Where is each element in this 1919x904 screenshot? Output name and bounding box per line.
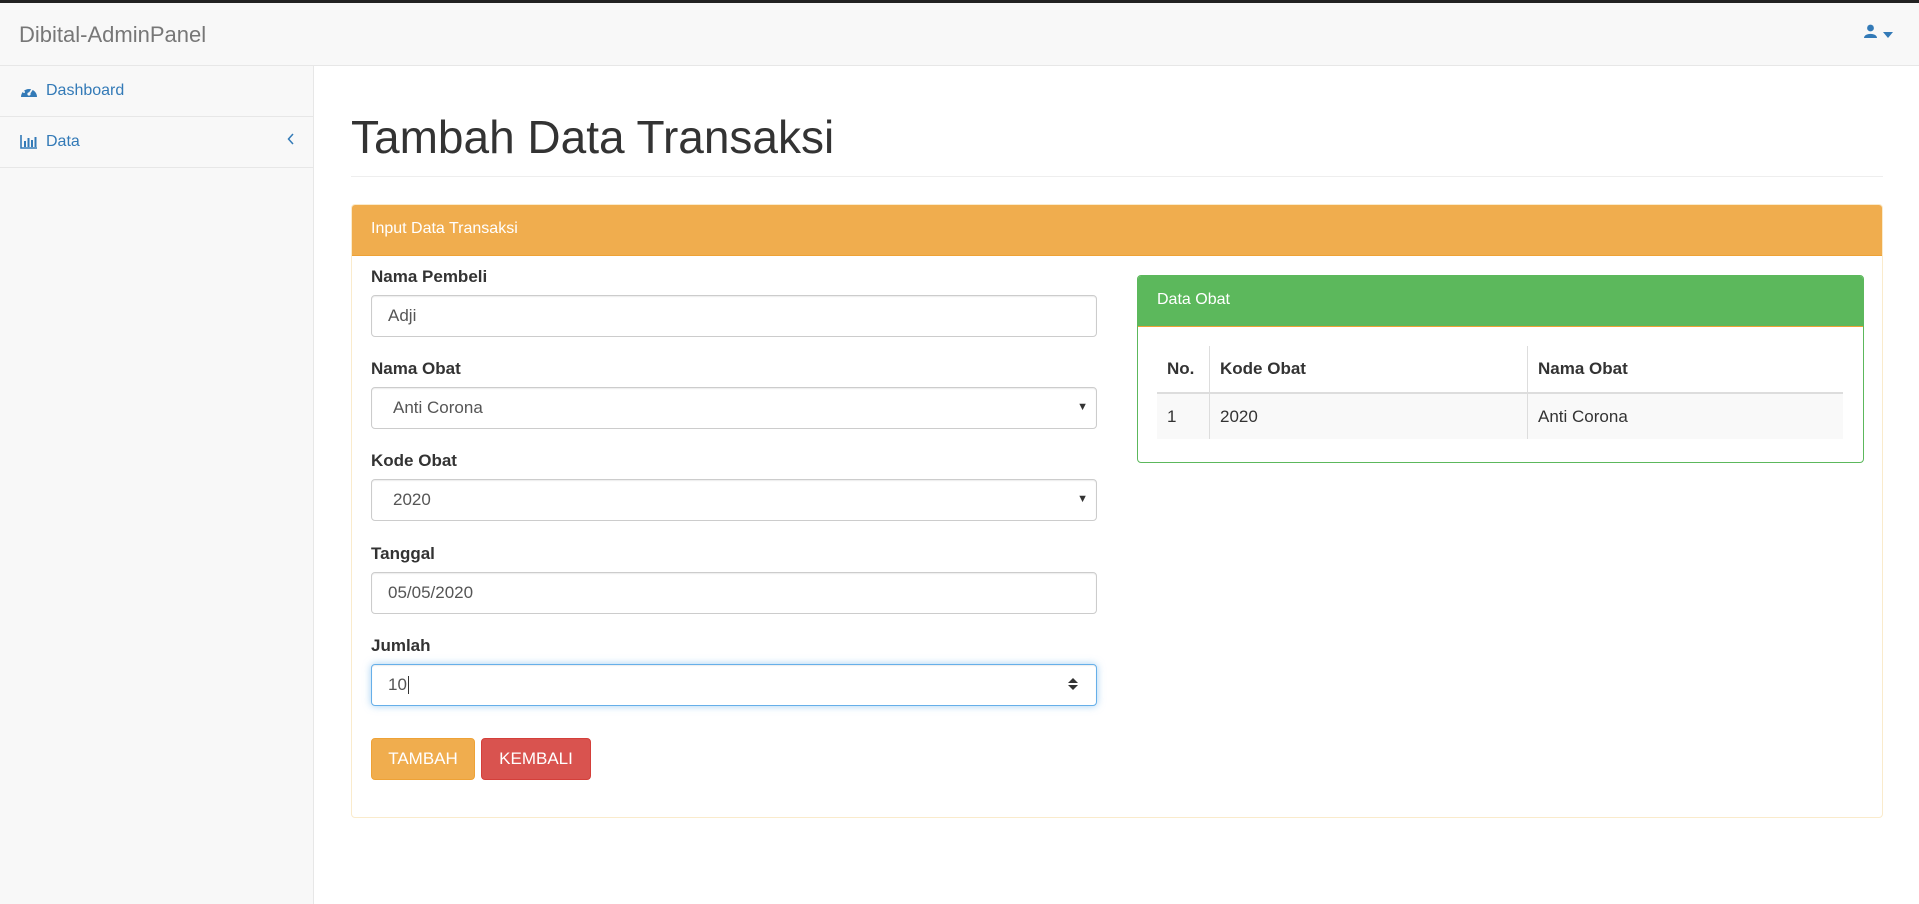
dashboard-icon bbox=[20, 83, 38, 99]
kode-obat-value: 2020 bbox=[393, 490, 431, 509]
nama-obat-select[interactable]: Anti Corona ▼ bbox=[371, 387, 1097, 429]
jumlah-number-input[interactable]: 10 bbox=[371, 664, 1097, 706]
text-cursor bbox=[407, 676, 409, 694]
column-header[interactable]: Kode Obat bbox=[1209, 346, 1528, 394]
tanggal-label: Tanggal bbox=[371, 544, 435, 563]
tanggal-date-input[interactable]: 05/05/2020 bbox=[371, 572, 1097, 614]
tanggal-value: 05/05/2020 bbox=[388, 583, 474, 602]
form-group-nama-pembeli: Nama Pembeli Adji bbox=[371, 267, 1097, 359]
form-group-tanggal: Tanggal 05/05/2020 bbox=[371, 544, 1097, 636]
form-group-nama-obat: Nama Obat Anti Corona ▼ bbox=[371, 359, 1097, 451]
sidebar-item-data[interactable]: Data bbox=[0, 117, 313, 168]
nama-pembeli-value: Adji bbox=[388, 306, 417, 325]
number-stepper[interactable] bbox=[1068, 678, 1078, 690]
nama-pembeli-input[interactable]: Adji bbox=[371, 295, 1097, 337]
table-header-row: No. Kode Obat Nama Obat bbox=[1157, 346, 1843, 394]
input-transaction-panel: Input Data Transaksi Nama Pembeli Adji N… bbox=[351, 204, 1883, 818]
nama-obat-label: Nama Obat bbox=[371, 359, 461, 378]
title-divider bbox=[351, 176, 1883, 177]
panel-heading: Input Data Transaksi bbox=[352, 205, 1882, 256]
brand-link[interactable]: Dibital-AdminPanel bbox=[19, 22, 206, 48]
kode-obat-label: Kode Obat bbox=[371, 451, 457, 470]
sidebar-item-label: Dashboard bbox=[46, 82, 125, 99]
nama-obat-value: Anti Corona bbox=[393, 398, 483, 417]
select-arrow-icon: ▼ bbox=[1077, 401, 1088, 413]
table-row[interactable]: 1 2020 Anti Corona bbox=[1157, 393, 1843, 439]
stepper-up-icon[interactable] bbox=[1068, 678, 1078, 683]
column-header[interactable]: No. bbox=[1157, 346, 1210, 394]
sidebar: Dashboard Data bbox=[0, 66, 314, 904]
table-cell: 1 bbox=[1157, 393, 1210, 439]
sidebar-item-dashboard[interactable]: Dashboard bbox=[0, 66, 313, 117]
user-menu-toggle[interactable] bbox=[1864, 24, 1893, 43]
caret-down-icon bbox=[1883, 25, 1893, 43]
data-obat-panel: Data Obat No. Kode Obat Nama Obat 1 2020… bbox=[1137, 275, 1864, 463]
bar-chart-icon bbox=[20, 134, 38, 150]
kembali-button[interactable]: KEMBALI bbox=[481, 738, 591, 780]
table-cell: Anti Corona bbox=[1527, 393, 1843, 439]
table-cell: 2020 bbox=[1209, 393, 1528, 439]
jumlah-value: 10 bbox=[388, 675, 407, 694]
column-header[interactable]: Nama Obat bbox=[1527, 346, 1843, 394]
sidebar-item-label: Data bbox=[46, 133, 80, 150]
data-obat-table: No. Kode Obat Nama Obat 1 2020 Anti Coro… bbox=[1157, 346, 1843, 439]
chevron-left-icon[interactable] bbox=[287, 132, 295, 150]
select-arrow-icon: ▼ bbox=[1077, 493, 1088, 505]
stepper-down-icon[interactable] bbox=[1068, 685, 1078, 690]
user-icon bbox=[1864, 24, 1877, 43]
kode-obat-select[interactable]: 2020 ▼ bbox=[371, 479, 1097, 521]
nama-pembeli-label: Nama Pembeli bbox=[371, 267, 488, 286]
transaction-form: Nama Pembeli Adji Nama Obat Anti Corona … bbox=[371, 267, 1097, 728]
jumlah-label: Jumlah bbox=[371, 636, 431, 655]
panel-heading: Data Obat bbox=[1138, 276, 1863, 327]
form-group-jumlah: Jumlah 10 bbox=[371, 636, 1097, 728]
top-navbar: Dibital-AdminPanel bbox=[0, 3, 1919, 66]
page-title: Tambah Data Transaksi bbox=[351, 111, 835, 163]
tambah-button[interactable]: TAMBAH bbox=[371, 738, 475, 780]
form-group-kode-obat: Kode Obat 2020 ▼ bbox=[371, 451, 1097, 544]
